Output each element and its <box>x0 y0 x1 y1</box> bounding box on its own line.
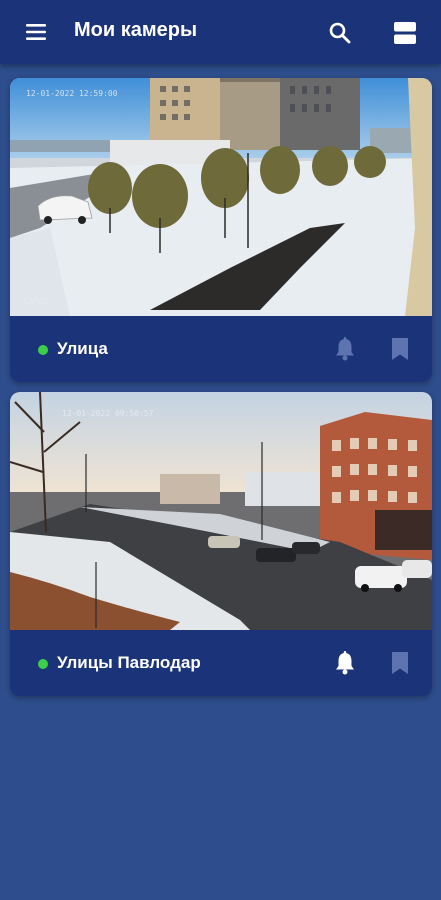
notifications-button[interactable] <box>331 649 359 677</box>
overlay-timestamp: 12-01-2022 09:50:57 <box>62 409 154 418</box>
page-title: Мои камеры <box>74 19 198 41</box>
camera-snapshot[interactable]: 12-01-2022 09:50:57 <box>10 392 432 630</box>
camera-name: Улицы Павлодар <box>57 653 201 672</box>
app-bar: Мои камеры <box>0 0 441 64</box>
menu-button[interactable] <box>18 18 54 46</box>
status-indicator-online <box>38 659 48 669</box>
bell-icon <box>336 651 354 675</box>
search-button[interactable] <box>324 17 356 49</box>
camera-card[interactable]: 12-01-2022 12:59:00 CAM01 Улица <box>10 78 432 382</box>
bookmark-button[interactable] <box>388 335 412 363</box>
camera-card[interactable]: 12-01-2022 09:50:57 Улицы Павлодар <box>10 392 432 696</box>
bookmark-button[interactable] <box>388 649 412 677</box>
camera-card-footer: Улица <box>10 316 432 382</box>
overlay-camera-label: CAM01 <box>24 297 48 306</box>
camera-card-footer: Улицы Павлодар <box>10 630 432 696</box>
menu-icon <box>26 24 46 40</box>
camera-snapshot[interactable]: 12-01-2022 12:59:00 CAM01 <box>10 78 432 316</box>
search-icon <box>329 22 351 44</box>
notifications-button[interactable] <box>331 335 359 363</box>
camera-name: Улица <box>57 339 108 358</box>
bell-icon <box>336 337 354 361</box>
bookmark-icon <box>392 652 408 674</box>
status-indicator-online <box>38 345 48 355</box>
overlay-timestamp: 12-01-2022 12:59:00 <box>26 89 118 98</box>
layout-toggle-button[interactable] <box>389 17 421 49</box>
layout-toggle-icon <box>394 22 416 44</box>
bookmark-icon <box>392 338 408 360</box>
